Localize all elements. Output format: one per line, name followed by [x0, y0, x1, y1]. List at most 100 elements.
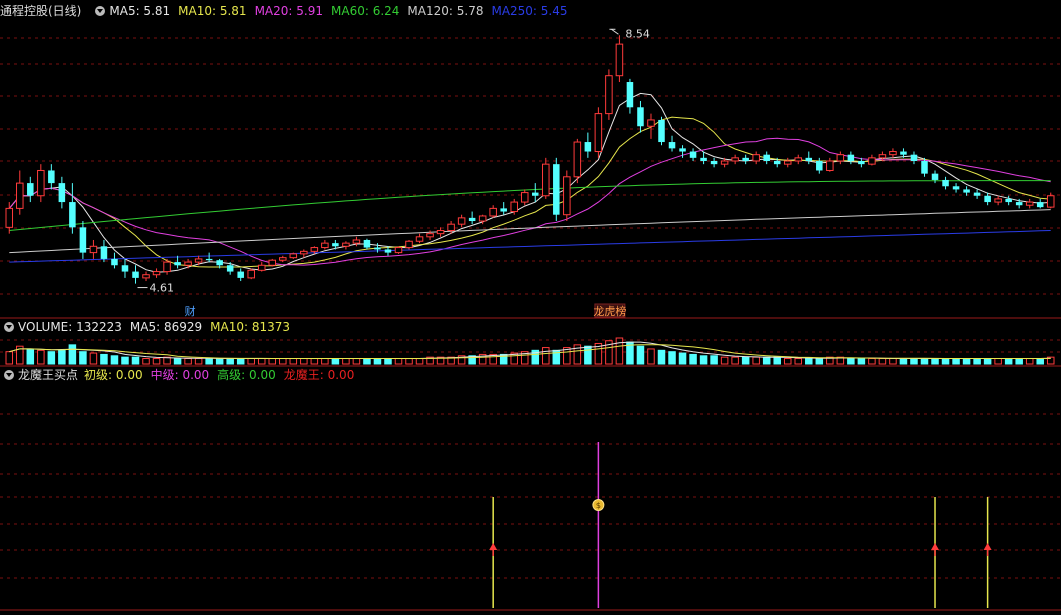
candle-body: [1025, 201, 1034, 206]
volume-legend-item-1: MA5: 86929: [129, 320, 203, 334]
candle: [637, 100, 644, 133]
volume-bar: [247, 358, 255, 365]
dropdown-icon[interactable]: [95, 6, 106, 16]
buy-signal: $: [592, 442, 605, 608]
volume-bar: [352, 358, 361, 365]
candle-body: [447, 223, 455, 232]
ma-legend-item-3: MA60: 6.24: [331, 4, 400, 18]
candle-body: [342, 242, 350, 247]
candle-body: [174, 262, 181, 266]
indicator-legend-item-2: 高级: 0.00: [217, 368, 276, 382]
candle-body: [826, 160, 834, 171]
candle: [973, 189, 981, 199]
candle-body: [237, 271, 244, 278]
candle-body: [1036, 202, 1044, 208]
candle-body: [520, 192, 529, 203]
volume-bar: [889, 358, 897, 365]
volume-bar: [300, 358, 308, 365]
candle-body: [931, 173, 939, 180]
candle-body: [79, 227, 87, 253]
candle: [1046, 192, 1055, 209]
candle-body: [868, 157, 876, 165]
candle-body: [994, 198, 1002, 203]
indicator-legend: 龙魔王买点 初级: 0.00 中级: 0.00 高级: 0.00 龙魔王: 0.00: [0, 366, 362, 384]
volume-bar: [584, 345, 592, 365]
candle: [394, 246, 403, 254]
candle-body: [500, 208, 507, 212]
volume-bar: [899, 358, 908, 365]
volume-bar: [636, 345, 645, 365]
candle-body: [584, 142, 592, 152]
candle-body: [637, 107, 644, 127]
volume-bar: [47, 351, 56, 365]
candle-body: [816, 161, 823, 171]
candle-body: [405, 240, 413, 249]
up-arrow-icon: [489, 543, 498, 550]
volume-bar: [257, 358, 266, 365]
volume-bar: [26, 348, 35, 365]
ma-legend-item-4: MA120: 5.78: [407, 4, 484, 18]
volume-bar: [68, 344, 77, 365]
candle-body: [289, 253, 298, 259]
candle-body: [478, 215, 487, 222]
volume-bar: [384, 358, 392, 365]
candle: [489, 205, 497, 218]
candle-body: [100, 246, 108, 259]
candle: [994, 195, 1002, 206]
volume-bar: [941, 358, 950, 365]
volume-bar: [342, 358, 350, 365]
candle: [257, 262, 266, 272]
candle-body: [247, 269, 255, 279]
candle-body: [142, 274, 150, 279]
buy-signal: [931, 497, 940, 608]
candle: [984, 192, 991, 206]
volume-bar: [815, 358, 824, 365]
candle: [826, 157, 834, 172]
candle-body: [689, 151, 697, 158]
candle-body: [457, 217, 466, 225]
candle-body: [132, 271, 139, 278]
candle-body: [542, 163, 550, 197]
volume-bar: [1025, 358, 1034, 365]
candle: [58, 176, 66, 209]
buy-signal-markers[interactable]: $: [489, 442, 992, 608]
chart-canvas[interactable]: $ 8.54 4.61 财 龙虎榜: [0, 0, 1061, 615]
stock-title: 通程控股(日线): [0, 4, 82, 18]
volume-bars[interactable]: [5, 337, 1055, 365]
candle-body: [510, 201, 518, 213]
candle-body: [742, 157, 749, 161]
candle: [132, 265, 139, 284]
volume-bar: [952, 358, 960, 365]
high-price-label: 8.54: [625, 27, 650, 40]
dropdown-icon[interactable]: [4, 322, 14, 332]
volume-ma10-line: [9, 344, 1051, 359]
candle: [605, 69, 613, 120]
volume-bar: [1004, 358, 1013, 365]
ma60-line: [9, 180, 1051, 231]
candle: [436, 227, 445, 237]
volume-bar: [373, 358, 382, 365]
candle-body: [942, 179, 949, 187]
volume-bar: [173, 358, 182, 365]
volume-ma-lines: [9, 341, 1051, 359]
candle-body: [1005, 198, 1012, 203]
volume-bar: [321, 358, 329, 365]
candle: [626, 78, 634, 114]
candle: [247, 268, 255, 280]
dropdown-icon[interactable]: [4, 370, 14, 380]
volume-bar: [710, 355, 718, 365]
candle: [594, 107, 603, 158]
candle: [615, 35, 624, 83]
volume-bar: [1036, 358, 1044, 365]
buy-signal: [489, 497, 498, 608]
buy-signal: [983, 497, 992, 608]
candle-body: [910, 154, 918, 161]
volume-bar: [741, 356, 750, 365]
indicator-legend-item-3: 龙魔王: 0.00: [283, 368, 355, 382]
candle: [573, 138, 582, 184]
candle-body: [394, 247, 403, 254]
volume-bar: [868, 358, 876, 365]
candle-body: [752, 154, 760, 162]
candle-body: [647, 119, 655, 127]
candle: [868, 154, 876, 166]
